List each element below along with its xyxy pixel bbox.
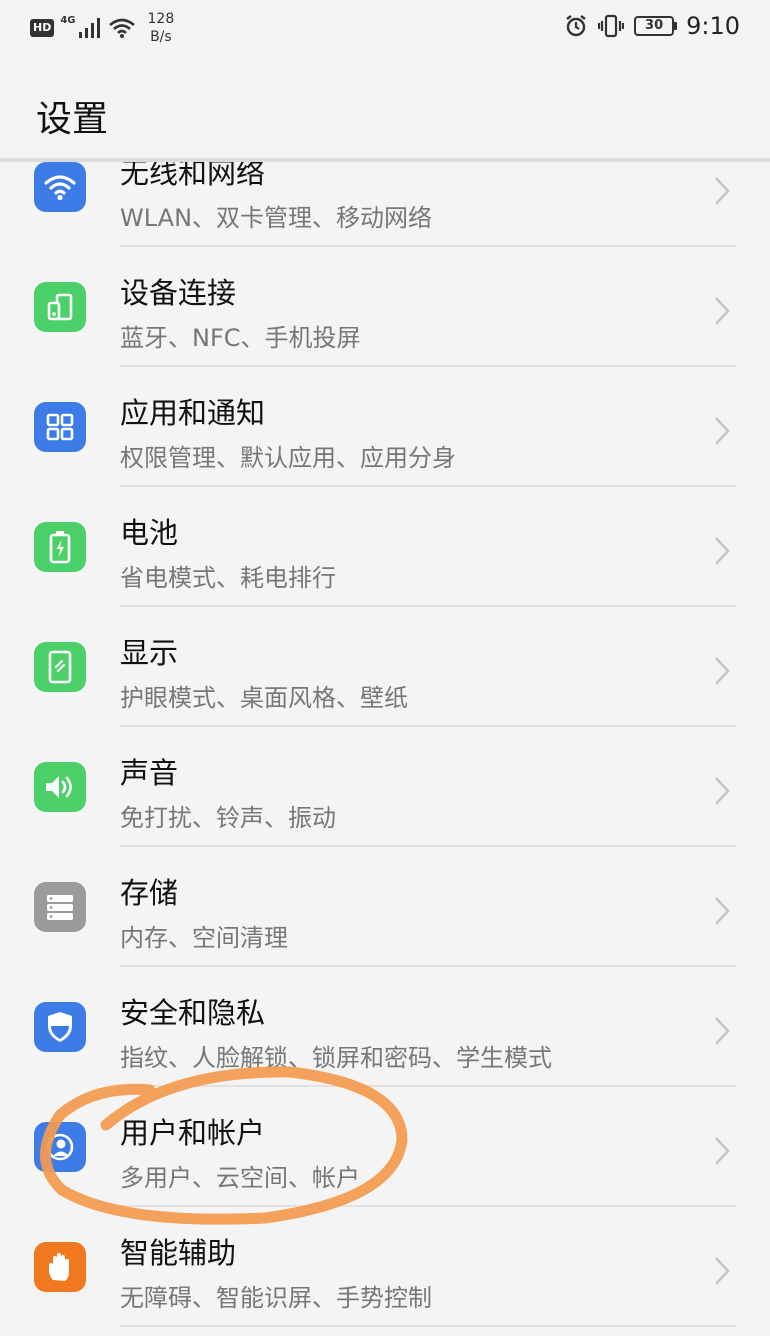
status-right: 30 9:10 xyxy=(564,12,740,40)
settings-item-users-accounts[interactable]: 用户和帐户 多用户、云空间、帐户 xyxy=(0,1087,770,1207)
assist-icon xyxy=(34,1242,86,1292)
chevron-right-icon xyxy=(715,297,730,325)
alarm-icon xyxy=(566,15,586,37)
row-divider xyxy=(120,1325,736,1327)
settings-item-device-connection[interactable]: 设备连接 蓝牙、NFC、手机投屏 xyxy=(0,247,770,367)
item-title: 设备连接 xyxy=(120,276,237,310)
item-subtitle: WLAN、双卡管理、移动网络 xyxy=(120,204,433,232)
settings-item-sound[interactable]: 声音 免打扰、铃声、振动 xyxy=(0,727,770,847)
item-title: 存储 xyxy=(120,876,179,910)
item-subtitle: 多用户、云空间、帐户 xyxy=(120,1164,360,1192)
speed-value: 128 xyxy=(147,11,175,27)
item-subtitle: 护眼模式、桌面风格、壁纸 xyxy=(120,684,408,712)
page-title: 设置 xyxy=(36,99,109,140)
item-title: 用户和帐户 xyxy=(120,1116,266,1150)
chevron-right-icon xyxy=(715,1257,730,1285)
wifi-status-icon xyxy=(108,18,135,38)
settings-item-storage[interactable]: 存储 内存、空间清理 xyxy=(0,847,770,967)
item-subtitle: 免打扰、铃声、振动 xyxy=(120,804,336,832)
item-title: 智能辅助 xyxy=(120,1236,237,1270)
item-title: 安全和隐私 xyxy=(120,996,266,1030)
speed-unit: B/s xyxy=(150,29,172,45)
status-left: HD 4G 128 B/s xyxy=(30,10,174,46)
chevron-right-icon xyxy=(715,177,730,205)
chevron-right-icon xyxy=(715,657,730,685)
storage-icon xyxy=(34,882,86,932)
signal-icon xyxy=(78,18,100,38)
item-subtitle: 指纹、人脸解锁、锁屏和密码、学生模式 xyxy=(120,1044,552,1072)
chevron-right-icon xyxy=(715,777,730,805)
item-subtitle: 内存、空间清理 xyxy=(120,924,288,952)
settings-item-apps-notifications[interactable]: 应用和通知 权限管理、默认应用、应用分身 xyxy=(0,367,770,487)
settings-item-battery[interactable]: 电池 省电模式、耗电排行 xyxy=(0,487,770,607)
chevron-right-icon xyxy=(715,1017,730,1045)
item-title: 应用和通知 xyxy=(120,396,266,430)
status-bar: HD 4G 128 B/s 30 9:10 xyxy=(0,0,770,60)
clock: 9:10 xyxy=(686,12,740,40)
users-icon xyxy=(34,1122,86,1172)
chevron-right-icon xyxy=(715,1137,730,1165)
security-icon xyxy=(34,1002,86,1052)
network-type: 4G xyxy=(60,14,76,26)
item-title: 声音 xyxy=(120,756,179,790)
network-speed: 128 B/s xyxy=(148,10,175,46)
item-subtitle: 蓝牙、NFC、手机投屏 xyxy=(120,324,361,352)
vibrate-icon xyxy=(598,14,625,38)
settings-item-wireless-network[interactable]: 无线和网络 WLAN、双卡管理、移动网络 xyxy=(0,162,770,247)
apps-icon xyxy=(34,402,86,452)
chevron-right-icon xyxy=(715,537,730,565)
item-title: 显示 xyxy=(120,636,179,670)
item-subtitle: 权限管理、默认应用、应用分身 xyxy=(120,444,456,472)
hd-badge: HD xyxy=(30,19,55,37)
battery-icon xyxy=(34,522,86,572)
item-subtitle: 无障碍、智能识屏、手势控制 xyxy=(120,1284,432,1312)
settings-list[interactable]: 无线和网络 WLAN、双卡管理、移动网络 设备连接 蓝牙、NFC、手机投屏 应用… xyxy=(0,162,770,1336)
display-icon xyxy=(34,642,86,692)
chevron-right-icon xyxy=(715,417,730,445)
device-connection-icon xyxy=(34,282,86,332)
settings-item-display[interactable]: 显示 护眼模式、桌面风格、壁纸 xyxy=(0,607,770,727)
item-title: 电池 xyxy=(120,516,179,550)
item-subtitle: 省电模式、耗电排行 xyxy=(120,564,336,592)
settings-item-security-privacy[interactable]: 安全和隐私 指纹、人脸解锁、锁屏和密码、学生模式 xyxy=(0,967,770,1087)
settings-item-smart-assist[interactable]: 智能辅助 无障碍、智能识屏、手势控制 xyxy=(0,1207,770,1327)
wifi-icon xyxy=(34,162,86,212)
chevron-right-icon xyxy=(715,897,730,925)
sound-icon xyxy=(34,762,86,812)
item-title: 无线和网络 xyxy=(120,162,266,190)
battery-indicator: 30 xyxy=(634,16,678,36)
